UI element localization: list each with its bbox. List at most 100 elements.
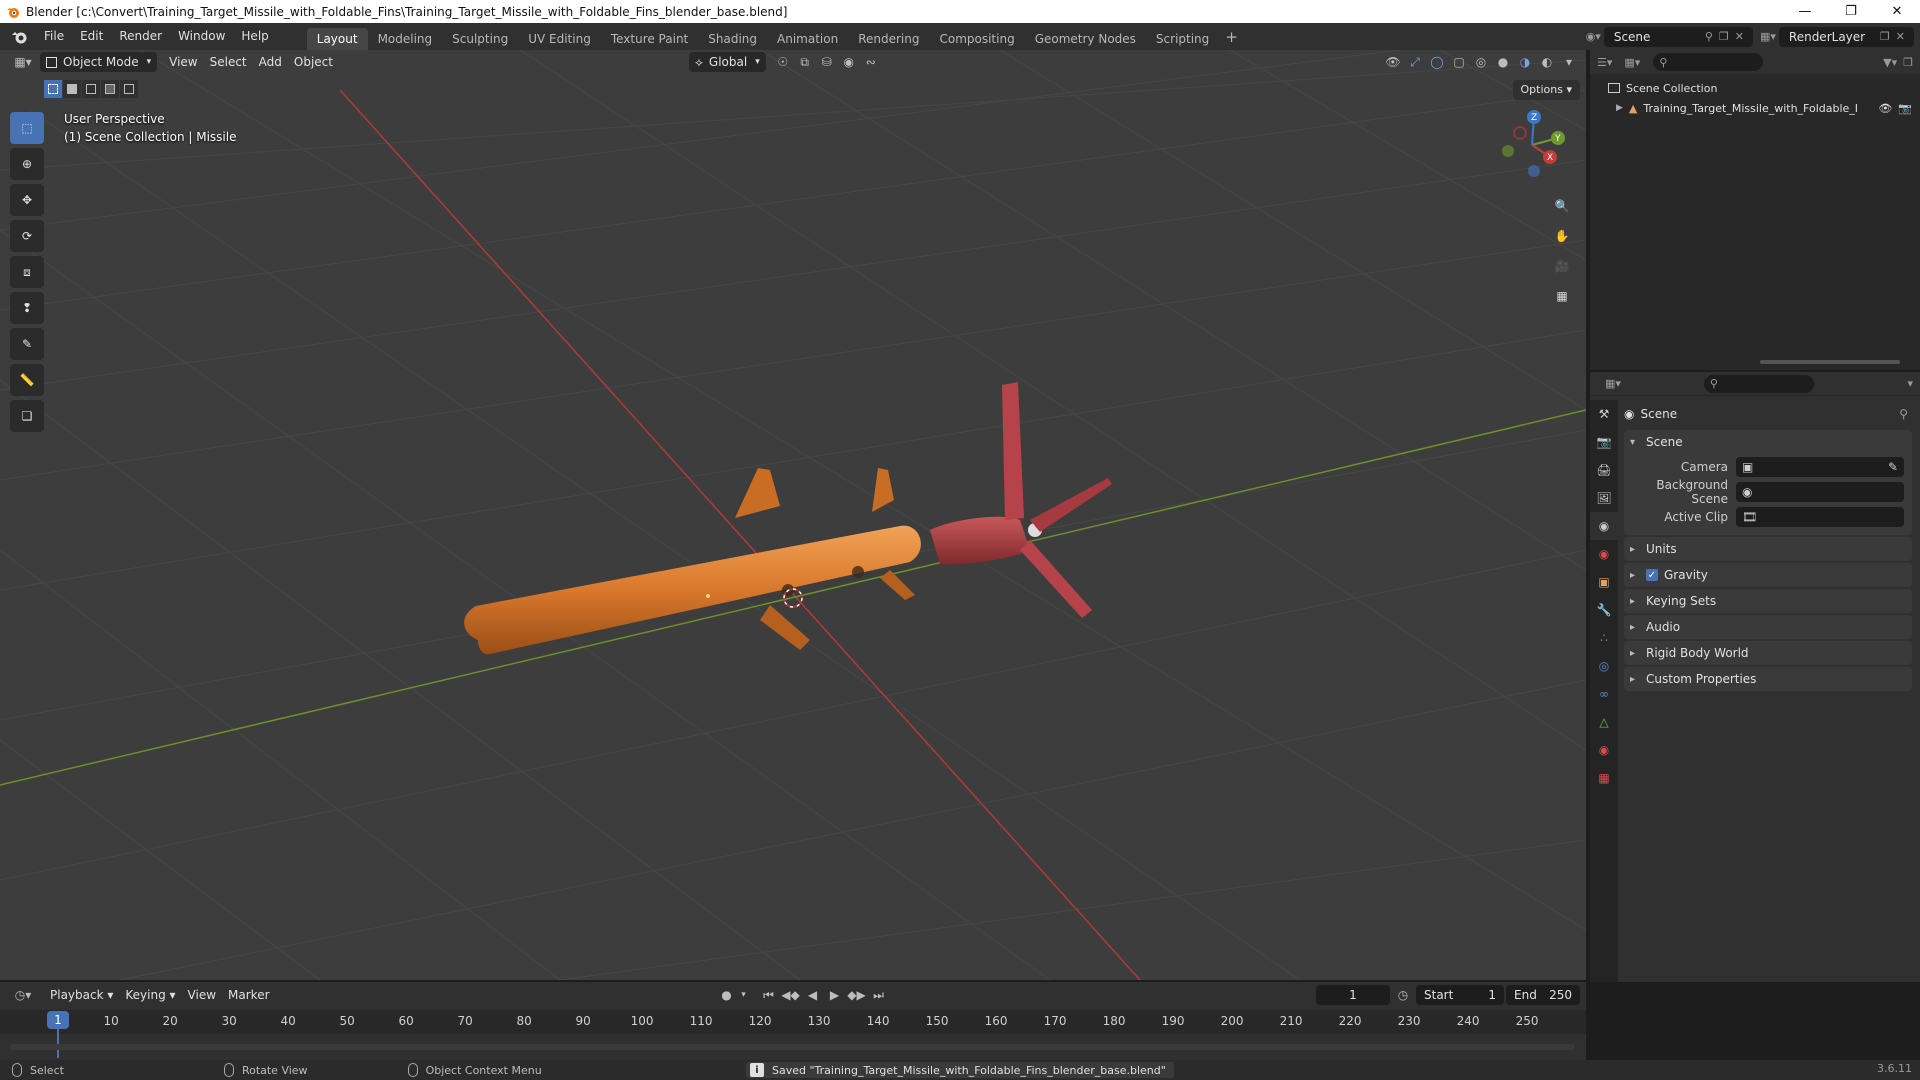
camera-field[interactable]: ▣ ✎ [1736,456,1904,477]
next-keyframe-icon[interactable]: ◆▶ [846,985,868,1005]
rendered-shading-icon[interactable]: ◐ [1536,52,1558,72]
material-tab-icon[interactable]: ◉ [1590,736,1618,764]
menu-file[interactable]: File [36,23,72,50]
delete-view-layer-icon[interactable]: ✕ [1893,30,1908,43]
navigation-gizmo[interactable]: Z Y X [1490,105,1570,185]
modifier-tab-icon[interactable]: 🔧 [1590,596,1618,624]
options-dropdown[interactable]: Options ▾ [1512,80,1580,100]
camera-render-icon[interactable]: 📷 [1898,102,1912,115]
render-tab-icon[interactable]: 📷 [1590,428,1618,456]
expand-arrow-icon[interactable]: ▶ [1616,103,1623,113]
gravity-checkbox[interactable]: ✓ [1646,569,1658,581]
move-tool-icon[interactable]: ✥ [10,184,44,216]
select-subtract-icon[interactable] [82,80,100,98]
timeline-ruler[interactable]: 1 10 20 30 40 50 60 70 80 90 100 110 120 130 140 150 16… [0,1010,1586,1034]
tab-scripting[interactable]: Scripting [1146,28,1219,50]
rotate-tool-icon[interactable]: ⟳ [10,220,44,252]
play-icon[interactable]: ▶ [824,985,846,1005]
add-cube-tool-icon[interactable]: ❏ [10,400,44,432]
tab-compositing[interactable]: Compositing [929,28,1024,50]
timeline-menu-marker[interactable]: Marker [222,985,275,1005]
filter-icon[interactable]: ▼▾ [1880,56,1900,69]
properties-editor-type-icon[interactable]: ▦▾ [1602,377,1624,390]
output-tab-icon[interactable]: 🖨 [1590,456,1618,484]
outliner-search-input[interactable]: ⚲ [1653,53,1764,71]
menu-help[interactable]: Help [233,23,276,50]
playhead-frame-indicator[interactable]: 1 [47,1011,69,1029]
tab-geometry-nodes[interactable]: Geometry Nodes [1025,28,1146,50]
falloff-icon[interactable]: ∾ [860,52,882,72]
material-shading-icon[interactable]: ◑ [1514,52,1536,72]
scene-tab-icon[interactable]: ◉ [1590,512,1618,540]
select-invert-icon[interactable] [101,80,119,98]
properties-options-icon[interactable]: ▾ [1904,377,1916,390]
particles-tab-icon[interactable]: ∴ [1590,624,1618,652]
menu-edit[interactable]: Edit [72,23,111,50]
timeline-menu-keying[interactable]: Keying ▾ [119,985,181,1005]
rigid-body-world-panel-header[interactable]: ▸ Rigid Body World [1624,641,1912,665]
restore-button[interactable]: ❐ [1828,0,1874,23]
custom-properties-panel[interactable]: ▸ Custom Properties [1624,667,1912,691]
new-collection-icon[interactable]: ❐ [1900,56,1916,69]
timeline-scrollbar[interactable] [10,1044,1575,1050]
play-reverse-icon[interactable]: ◀ [802,985,824,1005]
outliner-scrollbar[interactable] [1760,360,1900,364]
start-frame-field[interactable]: Start 1 [1416,985,1504,1005]
properties-search-input[interactable]: ⚲ [1703,374,1814,393]
audio-panel-header[interactable]: ▸ Audio [1624,615,1912,639]
preview-range-icon[interactable]: ◷ [1392,985,1414,1005]
object-tab-icon[interactable]: ▣ [1590,568,1618,596]
wireframe-shading-icon[interactable]: ◎ [1470,52,1492,72]
xray-toggle-icon[interactable]: ▢ [1448,52,1470,72]
timeline-editor-type-icon[interactable]: ◷▾ [12,985,34,1005]
pivot-point-icon[interactable]: ☉ [772,52,794,72]
select-intersect-icon[interactable] [120,80,138,98]
menu-window[interactable]: Window [170,23,233,50]
jump-end-icon[interactable]: ⏭ [868,985,890,1005]
tab-texture-paint[interactable]: Texture Paint [601,28,698,50]
keying-options-icon[interactable]: ▾ [738,985,750,1005]
texture-tab-icon[interactable]: ▦ [1590,764,1618,792]
select-extend-icon[interactable] [63,80,81,98]
rigid-body-world-panel[interactable]: ▸ Rigid Body World [1624,641,1912,665]
pin-icon[interactable]: ⚲ [1702,30,1716,43]
outliner-item-missile[interactable]: ▶ ▲ Training_Target_Missile_with_Foldabl… [1590,98,1920,118]
end-frame-field[interactable]: End 250 [1506,985,1580,1005]
view-layer-selector[interactable]: RenderLayer ❐ ✕ [1778,26,1914,47]
3d-viewport[interactable]: ▦▾ Object Mode ▾ View Select Add Object … [0,50,1586,980]
prev-keyframe-icon[interactable]: ◀◆ [780,985,802,1005]
snap-target-icon[interactable]: ⛁ [816,52,838,72]
snap-icon[interactable]: ⧉ [794,52,816,72]
viewport-menu-view[interactable]: View [163,52,203,72]
tab-sculpting[interactable]: Sculpting [442,28,518,50]
view-layer-tab-icon[interactable]: 🖼 [1590,484,1618,512]
keying-sets-panel[interactable]: ▸ Keying Sets [1624,589,1912,613]
keying-sets-panel-header[interactable]: ▸ Keying Sets [1624,589,1912,613]
status-message[interactable]: i Saved "Training_Target_Missile_with_Fo… [746,1062,1174,1078]
gravity-panel-header[interactable]: ▸ ✓ Gravity [1624,563,1912,587]
scene-selector[interactable]: Scene ⚲ ❐ ✕ [1603,26,1753,47]
viewport-menu-add[interactable]: Add [253,52,288,72]
timeline-menu-playback[interactable]: Playback ▾ [44,985,119,1005]
gravity-panel[interactable]: ▸ ✓ Gravity [1624,563,1912,587]
physics-tab-icon[interactable]: ◎ [1590,652,1618,680]
visibility-icon[interactable]: 👁 [1382,52,1404,72]
tab-rendering[interactable]: Rendering [848,28,929,50]
blender-menu-icon[interactable] [10,29,30,45]
proportional-editing-icon[interactable]: ◉ [838,52,860,72]
outliner-editor-type-icon[interactable]: ☰▾ [1594,56,1615,69]
scene-section-header[interactable]: ▾ Scene [1624,430,1912,454]
shading-options-icon[interactable]: ▾ [1558,52,1580,72]
auto-keying-icon[interactable]: ● [716,985,738,1005]
close-window-button[interactable]: ✕ [1874,0,1920,23]
tab-animation[interactable]: Animation [767,28,848,50]
tab-shading[interactable]: Shading [698,28,767,50]
tool-tab-icon[interactable]: ⚒ [1590,400,1618,428]
transform-orientation-selector[interactable]: ⟡ Global ▾ [688,52,766,72]
annotate-tool-icon[interactable]: ✎ [10,328,44,360]
data-tab-icon[interactable]: △ [1590,708,1618,736]
outliner-scene-collection[interactable]: Scene Collection [1590,78,1920,98]
cursor-tool-icon[interactable]: ⊕ [10,148,44,180]
menu-render[interactable]: Render [111,23,170,50]
scale-tool-icon[interactable]: ⧈ [10,256,44,288]
